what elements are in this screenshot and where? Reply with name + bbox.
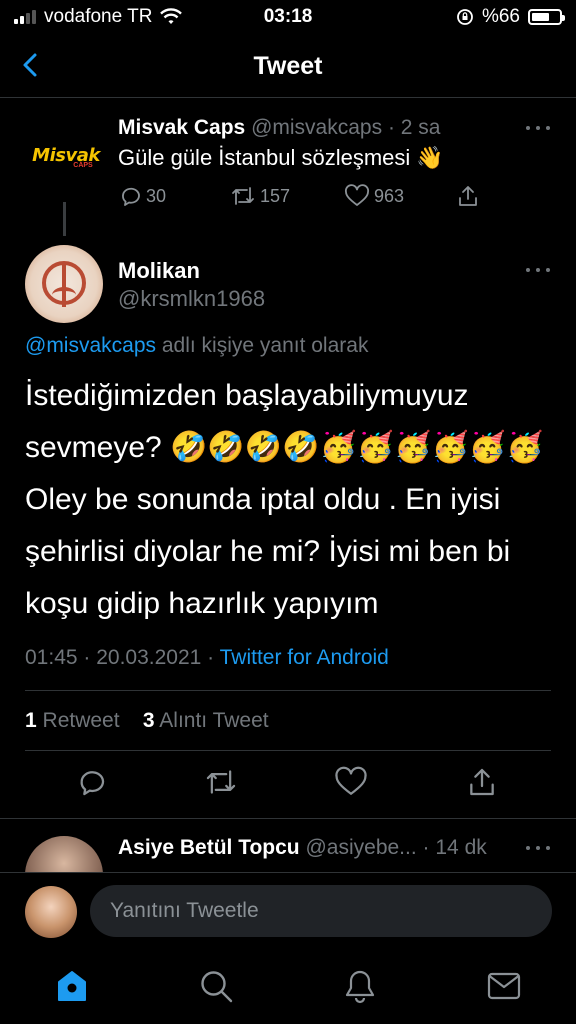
heart-icon xyxy=(345,184,369,206)
peace-sign-image xyxy=(42,261,86,307)
tweet-stats: 1 Retweet 3 Alıntı Tweet xyxy=(25,709,269,733)
search-icon xyxy=(201,971,233,1003)
parent-like-button[interactable]: 963 xyxy=(344,184,404,208)
tweet-timestamp: 01:45 · 20.03.2021 · xyxy=(25,646,220,669)
main-share-button[interactable] xyxy=(466,766,498,803)
main-author-name[interactable]: Molikan xyxy=(118,258,200,284)
quote-stat-label: Alıntı Tweet xyxy=(154,709,269,732)
tab-messages[interactable] xyxy=(486,968,522,1004)
reply-mention-link[interactable]: @misvakcaps xyxy=(25,334,156,357)
battery-icon xyxy=(528,9,565,25)
reply-icon xyxy=(80,771,105,796)
status-bar: vodafone TR 03:18 %66 xyxy=(0,0,576,34)
parent-action-bar: 30 157 963 xyxy=(118,184,488,214)
reply-input[interactable]: Yanıtını Tweetle xyxy=(90,885,552,937)
share-icon xyxy=(470,768,494,796)
parent-share-button[interactable] xyxy=(456,184,480,208)
divider xyxy=(25,750,551,751)
reply-icon xyxy=(122,187,140,206)
reply-author-name[interactable]: Asiye Betül Topcu xyxy=(118,836,300,859)
parent-retweet-count: 157 xyxy=(260,185,291,206)
reply-compose-bar: Yanıtını Tweetle xyxy=(0,872,576,952)
main-tweet-text: İstediğimizden başlayabiliymuyuz sevmeye… xyxy=(25,379,544,620)
main-author-avatar[interactable] xyxy=(25,245,103,323)
retweet-icon xyxy=(232,187,254,205)
thread-line xyxy=(63,202,66,236)
parent-reply-button[interactable]: 30 xyxy=(118,184,166,208)
main-more-button[interactable] xyxy=(526,265,550,275)
battery-percent: %66 xyxy=(481,6,520,27)
main-like-button[interactable] xyxy=(334,766,368,803)
parent-tweet-header: Misvak Caps @misvakcaps · 2 sa xyxy=(118,116,440,140)
main-author-handle: @krsmlkn1968 xyxy=(118,286,266,311)
parent-tweet-text: Güle güle İstanbul sözleşmesi 👋 xyxy=(118,145,444,170)
tweet-source-link[interactable]: Twitter for Android xyxy=(220,646,389,669)
parent-like-count: 963 xyxy=(374,185,405,206)
main-retweet-button[interactable] xyxy=(204,766,238,803)
user-avatar[interactable] xyxy=(25,886,77,938)
reply-header: Asiye Betül Topcu @asiyebe... · 14 dk xyxy=(118,836,487,860)
parent-reply-count: 30 xyxy=(146,185,167,206)
reply-to-line: @misvakcaps adlı kişiye yanıt olarak xyxy=(25,334,368,358)
retweet-stat-count: 1 xyxy=(25,709,37,732)
status-right: %66 xyxy=(456,6,565,28)
misvak-logo-sub: CAPS xyxy=(73,161,93,169)
page-title: Tweet xyxy=(253,52,323,80)
share-icon xyxy=(459,186,477,206)
header: Tweet xyxy=(0,34,576,98)
parent-tweet-time: · 2 sa xyxy=(387,116,441,139)
tweet-meta: 01:45 · 20.03.2021 · Twitter for Android xyxy=(25,646,389,670)
home-icon xyxy=(58,971,86,1001)
parent-retweet-button[interactable]: 157 xyxy=(230,184,290,208)
parent-author-name[interactable]: Misvak Caps xyxy=(118,116,245,139)
reply-to-suffix: adlı kişiye yanıt olarak xyxy=(156,334,369,357)
messages-icon xyxy=(487,972,521,1000)
tab-bar xyxy=(0,952,576,1024)
parent-author-handle: @misvakcaps xyxy=(251,116,383,139)
reply-author-handle: @asiyebe... xyxy=(305,836,417,859)
orientation-lock-icon xyxy=(457,9,473,25)
parent-more-button[interactable] xyxy=(526,123,550,133)
main-reply-button[interactable] xyxy=(75,766,107,803)
divider xyxy=(0,818,576,819)
notifications-icon xyxy=(345,970,375,1004)
parent-avatar[interactable]: Misvak CAPS xyxy=(28,128,104,188)
quote-stat-count: 3 xyxy=(142,709,155,732)
reply-time: · 14 dk xyxy=(422,836,487,859)
reply-more-button[interactable] xyxy=(526,843,550,853)
tab-search[interactable] xyxy=(198,968,234,1004)
quote-stat[interactable]: 3 Alıntı Tweet xyxy=(143,709,269,732)
retweet-icon xyxy=(206,770,236,794)
tab-notifications[interactable] xyxy=(342,968,378,1004)
heart-icon xyxy=(335,766,367,795)
tab-home[interactable] xyxy=(54,968,90,1004)
retweet-stat-label: Retweet xyxy=(36,709,120,732)
divider xyxy=(25,690,551,691)
retweet-stat[interactable]: 1 Retweet xyxy=(25,709,120,732)
main-action-bar xyxy=(0,766,576,806)
